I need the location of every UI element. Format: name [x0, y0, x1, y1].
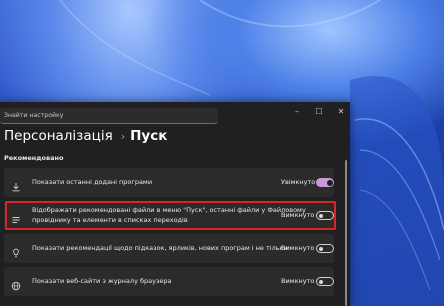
search-input[interactable]: Знайти настройку — [0, 108, 218, 124]
download-icon — [11, 177, 21, 192]
title-bar: Знайти настройку – ☐ ✕ — [0, 102, 350, 124]
setting-label: Показати веб-сайти з журналу браузера — [32, 277, 172, 285]
maximize-button[interactable]: ☐ — [312, 107, 326, 117]
setting-recently-added-apps[interactable]: Показати останні додані програми Увімкну… — [4, 168, 334, 197]
setting-tips-recommendations[interactable]: Показати рекомендації щодо підказок, ярл… — [4, 234, 334, 263]
toggle-switch[interactable] — [316, 277, 334, 286]
setting-state: Вимкнуто — [281, 277, 315, 285]
toggle-switch[interactable] — [316, 244, 334, 253]
highlight-frame — [5, 201, 336, 230]
breadcrumb-separator: › — [120, 130, 126, 143]
section-title: Рекомендовано — [4, 154, 64, 162]
setting-label: Показати останні додані програми — [32, 178, 153, 186]
setting-state: Увімкнуто — [281, 178, 316, 186]
lightbulb-icon — [11, 243, 21, 258]
page-title: Пуск — [130, 128, 168, 144]
setting-browser-history-sites[interactable]: Показати веб-сайти з журналу браузера Ви… — [4, 267, 334, 296]
close-button[interactable]: ✕ — [334, 107, 348, 117]
minimize-button[interactable]: – — [290, 107, 304, 117]
globe-icon — [11, 276, 21, 291]
scrollbar[interactable] — [345, 160, 347, 306]
breadcrumb: Персоналізація › Пуск — [4, 126, 167, 146]
breadcrumb-parent[interactable]: Персоналізація — [4, 128, 113, 144]
setting-label: Показати рекомендації щодо підказок, ярл… — [32, 244, 290, 252]
toggle-switch[interactable] — [316, 178, 334, 187]
setting-state: Вимкнуто — [281, 244, 315, 252]
